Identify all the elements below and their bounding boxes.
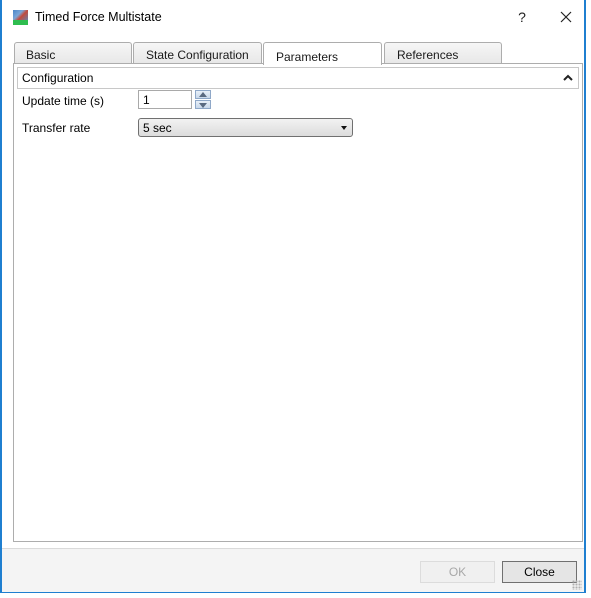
close-button[interactable]: Close [502,561,577,583]
ok-button[interactable]: OK [420,561,495,583]
update-time-spinner[interactable] [195,90,211,109]
dropdown-arrow-icon [341,126,347,130]
tab-label: Parameters [276,50,339,64]
tab-references[interactable]: References [384,42,502,63]
dialog-footer: OK Close [2,548,584,592]
dialog-window: Timed Force Multistate ? Basic State Con… [0,0,586,593]
spin-up-button[interactable] [195,90,211,99]
transfer-rate-select[interactable]: 5 sec [138,118,353,137]
window-title: Timed Force Multistate [35,10,162,24]
tab-label: Basic [26,48,56,62]
update-time-label: Update time (s) [22,94,105,108]
close-window-button[interactable] [555,6,577,28]
tab-label: State Configuration [146,48,249,62]
app-icon [13,10,28,25]
tab-label: References [397,48,459,62]
update-time-input[interactable]: 1 [138,90,192,109]
close-icon [560,11,572,23]
configuration-section-header[interactable]: Configuration [17,67,579,89]
tab-state-configuration[interactable]: State Configuration [133,42,262,63]
transfer-rate-value: 5 sec [143,121,172,135]
section-title: Configuration [22,71,94,85]
spin-down-button[interactable] [195,100,211,109]
resize-grip[interactable] [572,580,582,590]
parameters-panel: Configuration Update time (s) 1 Transfer… [13,63,583,542]
tab-basic[interactable]: Basic [14,42,132,63]
title-bar: Timed Force Multistate ? [2,0,584,34]
chevron-up-icon[interactable] [562,71,574,85]
transfer-rate-label: Transfer rate [22,121,91,135]
help-button[interactable]: ? [512,6,532,28]
tab-parameters[interactable]: Parameters [263,42,382,65]
